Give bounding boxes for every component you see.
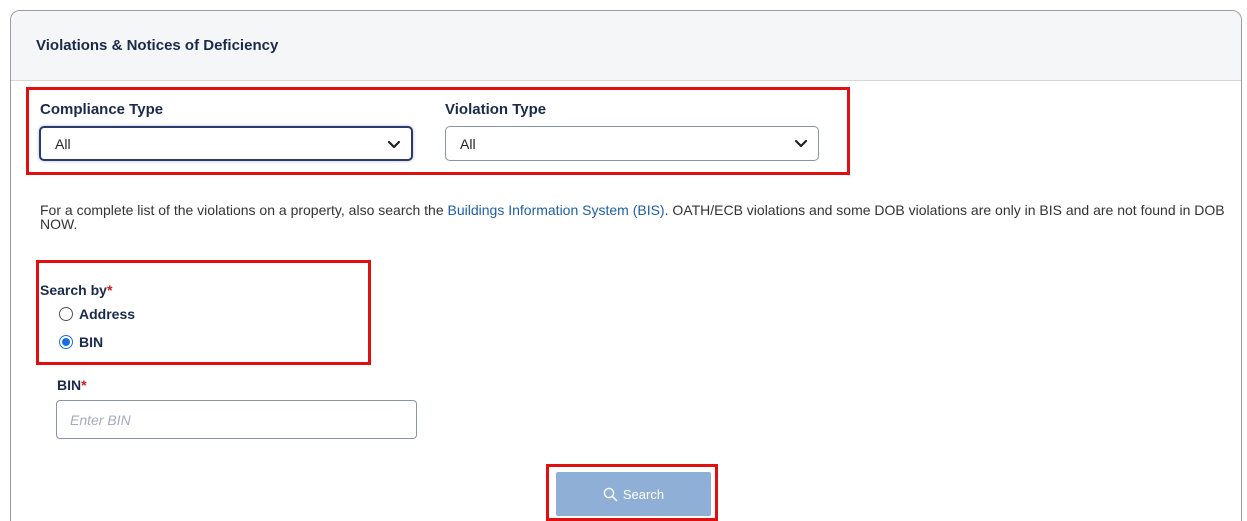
panel-title: Violations & Notices of Deficiency [36,37,279,54]
chevron-down-icon [387,140,401,149]
chevron-down-icon [794,139,808,148]
bis-link[interactable]: Buildings Information System (BIS) [448,202,665,218]
info-text: For a complete list of the violations on… [40,203,1225,231]
search-icon [603,487,618,501]
compliance-type-label: Compliance Type [40,101,164,118]
bin-label-text: BIN [57,377,82,393]
search-by-label-text: Search by [40,282,107,298]
info-text-before: For a complete list of the violations on… [40,202,448,218]
radio-address[interactable]: Address [59,306,135,322]
radio-button-selected[interactable] [59,335,73,349]
radio-button[interactable] [59,307,73,321]
violation-type-value: All [460,135,476,152]
search-button[interactable]: Search [556,472,711,516]
radio-address-label: Address [79,306,136,322]
radio-bin-label: BIN [79,334,104,350]
bin-label: BIN* [57,377,87,393]
compliance-type-value: All [55,135,71,152]
search-button-label: Search [622,486,665,502]
panel-header: Violations & Notices of Deficiency [11,11,1241,81]
search-by-label: Search by* [40,282,112,298]
radio-bin[interactable]: BIN [59,334,103,350]
required-mark: * [106,282,113,298]
required-mark: * [81,377,87,393]
bin-input[interactable] [56,400,417,439]
violation-type-select[interactable]: All [445,126,819,161]
compliance-type-select[interactable]: All [39,126,413,161]
violation-type-label: Violation Type [445,101,547,118]
